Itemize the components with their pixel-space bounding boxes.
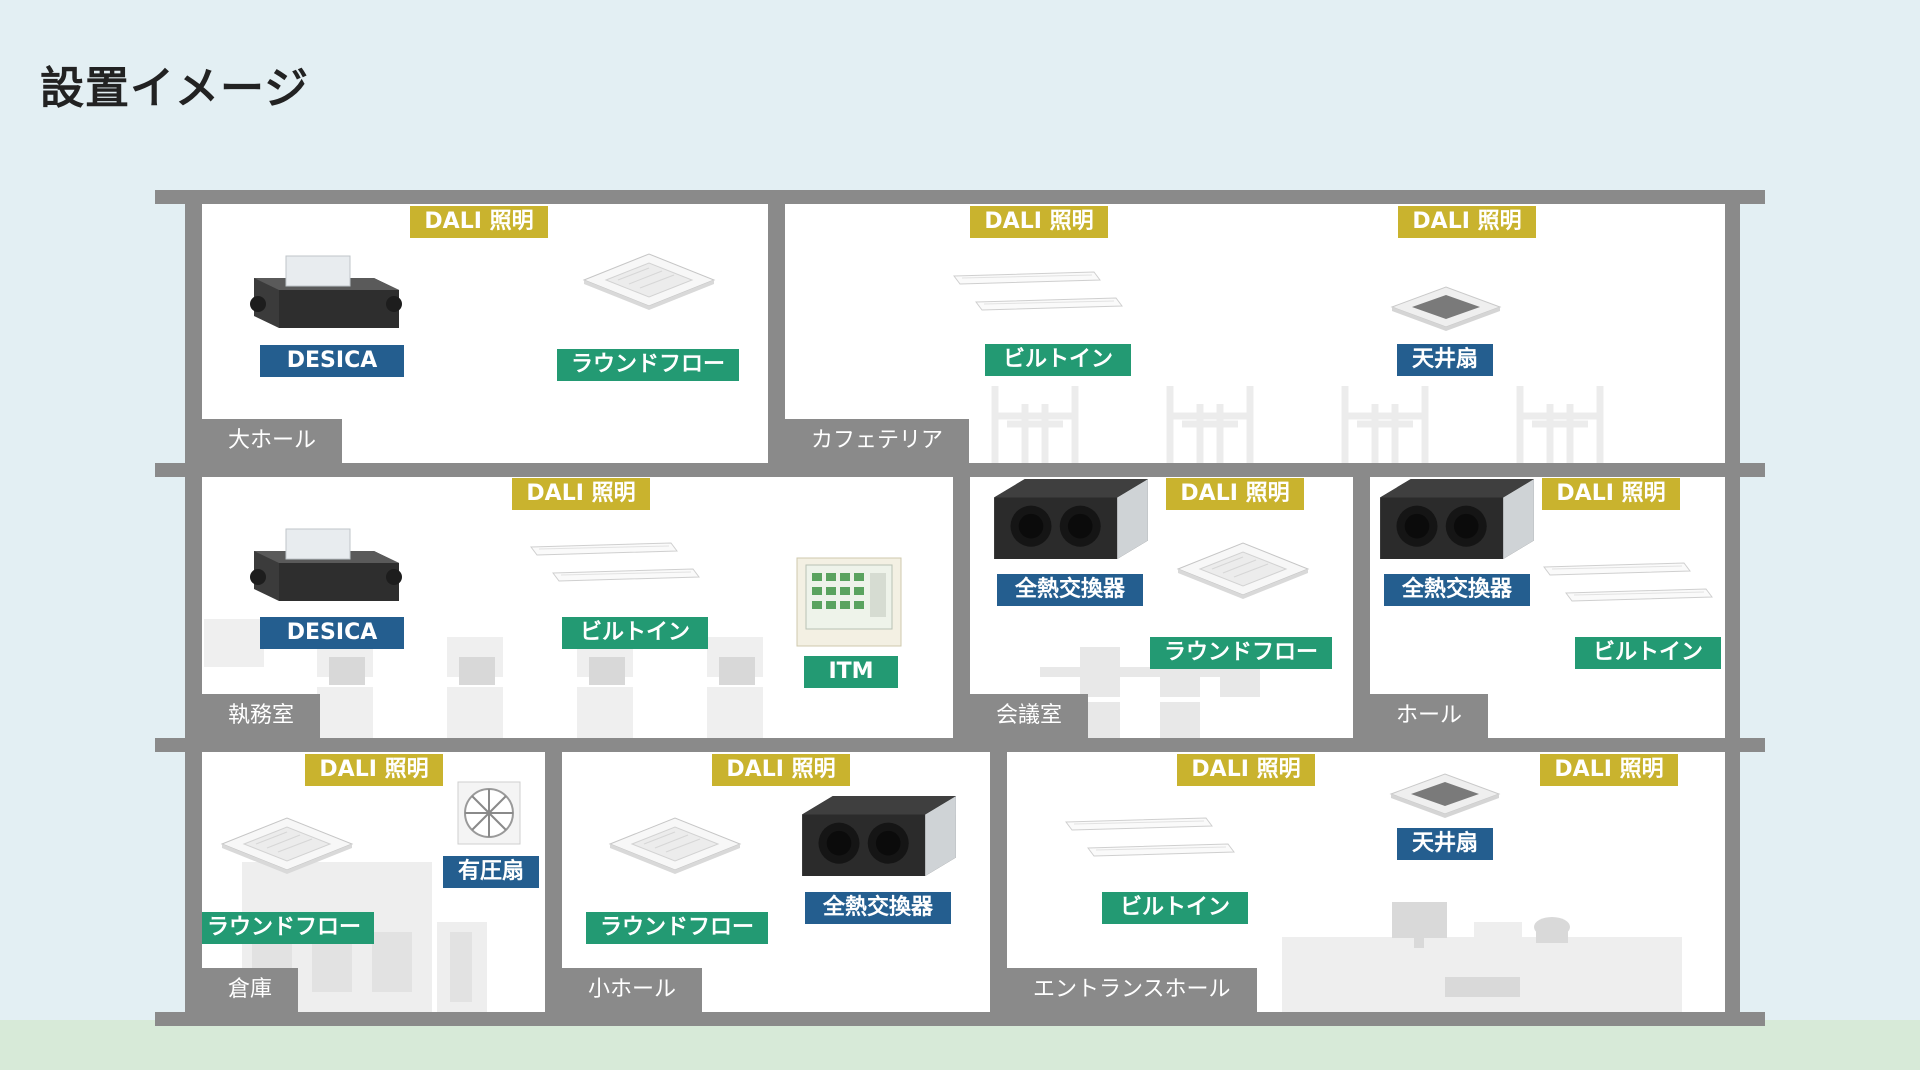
desica-unit-icon [249,528,403,602]
built-in-unit-icon [530,542,700,582]
room-small-hall: DALI 照明 全熱交換器 ラウンドフロー 小ホール [562,752,990,1012]
built-in-tag: ビルトイン [1575,637,1721,669]
roof-slab [155,190,1765,204]
dali-lighting-tag: DALI 照明 [1398,206,1536,238]
built-in-unit-icon [1065,817,1235,857]
heat-exchanger-tag: 全熱交換器 [1384,574,1530,606]
desica-tag: DESICA [260,345,404,377]
itm-tag: ITM [804,656,898,688]
room-label-office: 執務室 [202,694,321,738]
dali-lighting-tag: DALI 照明 [1177,754,1315,786]
dali-lighting-tag: DALI 照明 [1540,754,1678,786]
dali-lighting-tag: DALI 照明 [712,754,850,786]
heat-exchanger-icon [802,796,956,876]
built-in-unit-icon [953,271,1123,311]
room-label-grand-hall: 大ホール [202,419,343,463]
dali-lighting-tag: DALI 照明 [512,478,650,510]
page-title: 設置イメージ [40,63,310,114]
heat-exchanger-tag: 全熱交換器 [997,574,1143,606]
room-label-warehouse: 倉庫 [202,968,299,1012]
pressure-fan-tag: 有圧扇 [443,856,539,888]
room-grand-hall: DALI 照明 DESICA ラウンドフロー 大ホール [202,204,768,463]
round-flow-cassette-icon [609,817,741,875]
round-flow-cassette-icon [583,253,715,311]
built-in-tag: ビルトイン [985,344,1131,376]
ceiling-fan-icon [1390,773,1500,819]
dali-lighting-tag: DALI 照明 [1542,478,1680,510]
heat-exchanger-icon [1380,479,1534,559]
heat-exchanger-tag: 全熱交換器 [805,892,951,924]
heat-exchanger-icon [994,479,1148,559]
round-flow-cassette-icon [1177,542,1309,600]
dali-lighting-tag: DALI 照明 [305,754,443,786]
room-hall: DALI 照明 全熱交換器 ビルトイン ホール [1370,477,1725,738]
dali-lighting-tag: DALI 照明 [410,206,548,238]
round-flow-tag: ラウンドフロー [586,912,768,944]
room-label-entrance-hall: エントランスホール [1007,968,1257,1012]
room-cafeteria: DALI 照明 ビルトイン DALI 照明 天井扇 カフェテリア [785,204,1725,463]
room-warehouse: DALI 照明 有圧扇 ラウンドフロー 倉庫 [202,752,545,1012]
ceiling-fan-icon [1391,286,1501,332]
itm-controller-icon [796,557,902,647]
desica-tag: DESICA [260,617,404,649]
built-in-tag: ビルトイン [1102,892,1248,924]
cafeteria-furniture [991,386,1604,463]
desica-unit-icon [249,255,403,329]
ceiling-fan-tag: 天井扇 [1397,344,1493,376]
room-label-small-hall: 小ホール [562,968,703,1012]
built-in-tag: ビルトイン [562,617,708,649]
ground-strip [0,1020,1920,1070]
room-office: DALI 照明 DESICA ビルトイン ITM 執務室 [202,477,953,738]
pressure-fan-icon [457,781,521,845]
reception-counter [1282,902,1682,1012]
room-label-hall: ホール [1370,694,1489,738]
built-in-unit-icon [1543,562,1713,602]
room-label-meeting: 会議室 [970,694,1089,738]
round-flow-tag: ラウンドフロー [202,912,374,944]
ground-slab [155,1012,1765,1026]
room-meeting: DALI 照明 全熱交換器 ラウンドフロー 会議室 [970,477,1353,738]
ceiling-fan-tag: 天井扇 [1397,828,1493,860]
room-entrance-hall: DALI 照明 DALI 照明 ビルトイン 天井扇 エントランスホール [1007,752,1725,1012]
dali-lighting-tag: DALI 照明 [970,206,1108,238]
room-label-cafeteria: カフェテリア [785,419,970,463]
dali-lighting-tag: DALI 照明 [1166,478,1304,510]
round-flow-tag: ラウンドフロー [1150,637,1332,669]
round-flow-cassette-icon [221,817,353,875]
round-flow-tag: ラウンドフロー [557,349,739,381]
